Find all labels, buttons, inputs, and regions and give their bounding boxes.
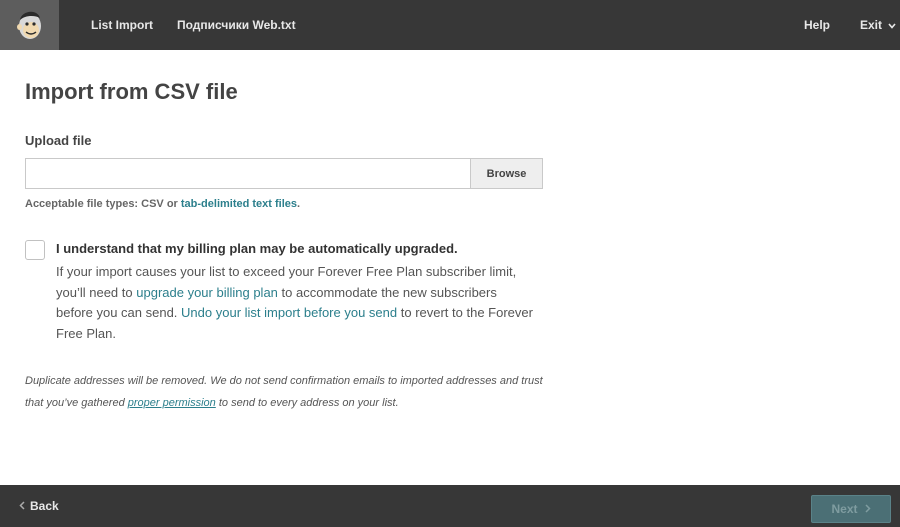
logo-link[interactable] [0, 0, 59, 50]
next-button-label: Next [831, 502, 858, 516]
browse-button-label: Browse [486, 167, 527, 180]
tab-delimited-link[interactable]: tab-delimited text files [181, 198, 297, 210]
file-types-prefix: Acceptable file types: CSV or [25, 198, 178, 210]
nav-help-label: Help [804, 18, 831, 32]
nav-exit[interactable]: Exit [860, 0, 896, 50]
note-text-2: to send to every address on your list. [218, 397, 399, 409]
billing-upgrade-description: If your import causes your list to excee… [56, 262, 536, 344]
billing-upgrade-title: I understand that my billing plan may be… [56, 241, 458, 256]
page-title: Import from CSV file [25, 79, 238, 104]
mailchimp-freddie-logo-icon [16, 11, 41, 39]
proper-permission-link[interactable]: proper permission [128, 397, 216, 409]
chevron-right-icon [864, 502, 871, 516]
nav-filename[interactable]: Подписчики Web.txt [177, 0, 296, 50]
nav-list-import-label: List Import [91, 18, 153, 32]
nav-help[interactable]: Help [804, 0, 830, 50]
nav-filename-label: Подписчики Web.txt [177, 18, 296, 32]
next-button[interactable]: Next [811, 495, 891, 523]
chevron-down-icon [888, 18, 896, 32]
billing-upgrade-checkbox[interactable] [25, 240, 45, 260]
back-button[interactable]: Back [19, 485, 59, 527]
browse-button[interactable]: Browse [470, 158, 543, 189]
file-types-suffix: . [297, 198, 301, 210]
bottom-bar [0, 485, 900, 527]
file-path-input[interactable] [25, 158, 471, 189]
nav-exit-label: Exit [860, 18, 883, 32]
file-types-hint: Acceptable file types: CSV or tab-delimi… [25, 198, 300, 210]
undo-import-link[interactable]: Undo your list import before you send [181, 305, 397, 320]
upgrade-billing-plan-link[interactable]: upgrade your billing plan [136, 285, 278, 300]
back-button-label: Back [30, 499, 59, 513]
chevron-left-icon [19, 499, 25, 513]
upload-file-label: Upload file [25, 133, 92, 148]
nav-list-import[interactable]: List Import [91, 0, 153, 50]
duplicate-addresses-note: Duplicate addresses will be removed. We … [25, 370, 545, 414]
